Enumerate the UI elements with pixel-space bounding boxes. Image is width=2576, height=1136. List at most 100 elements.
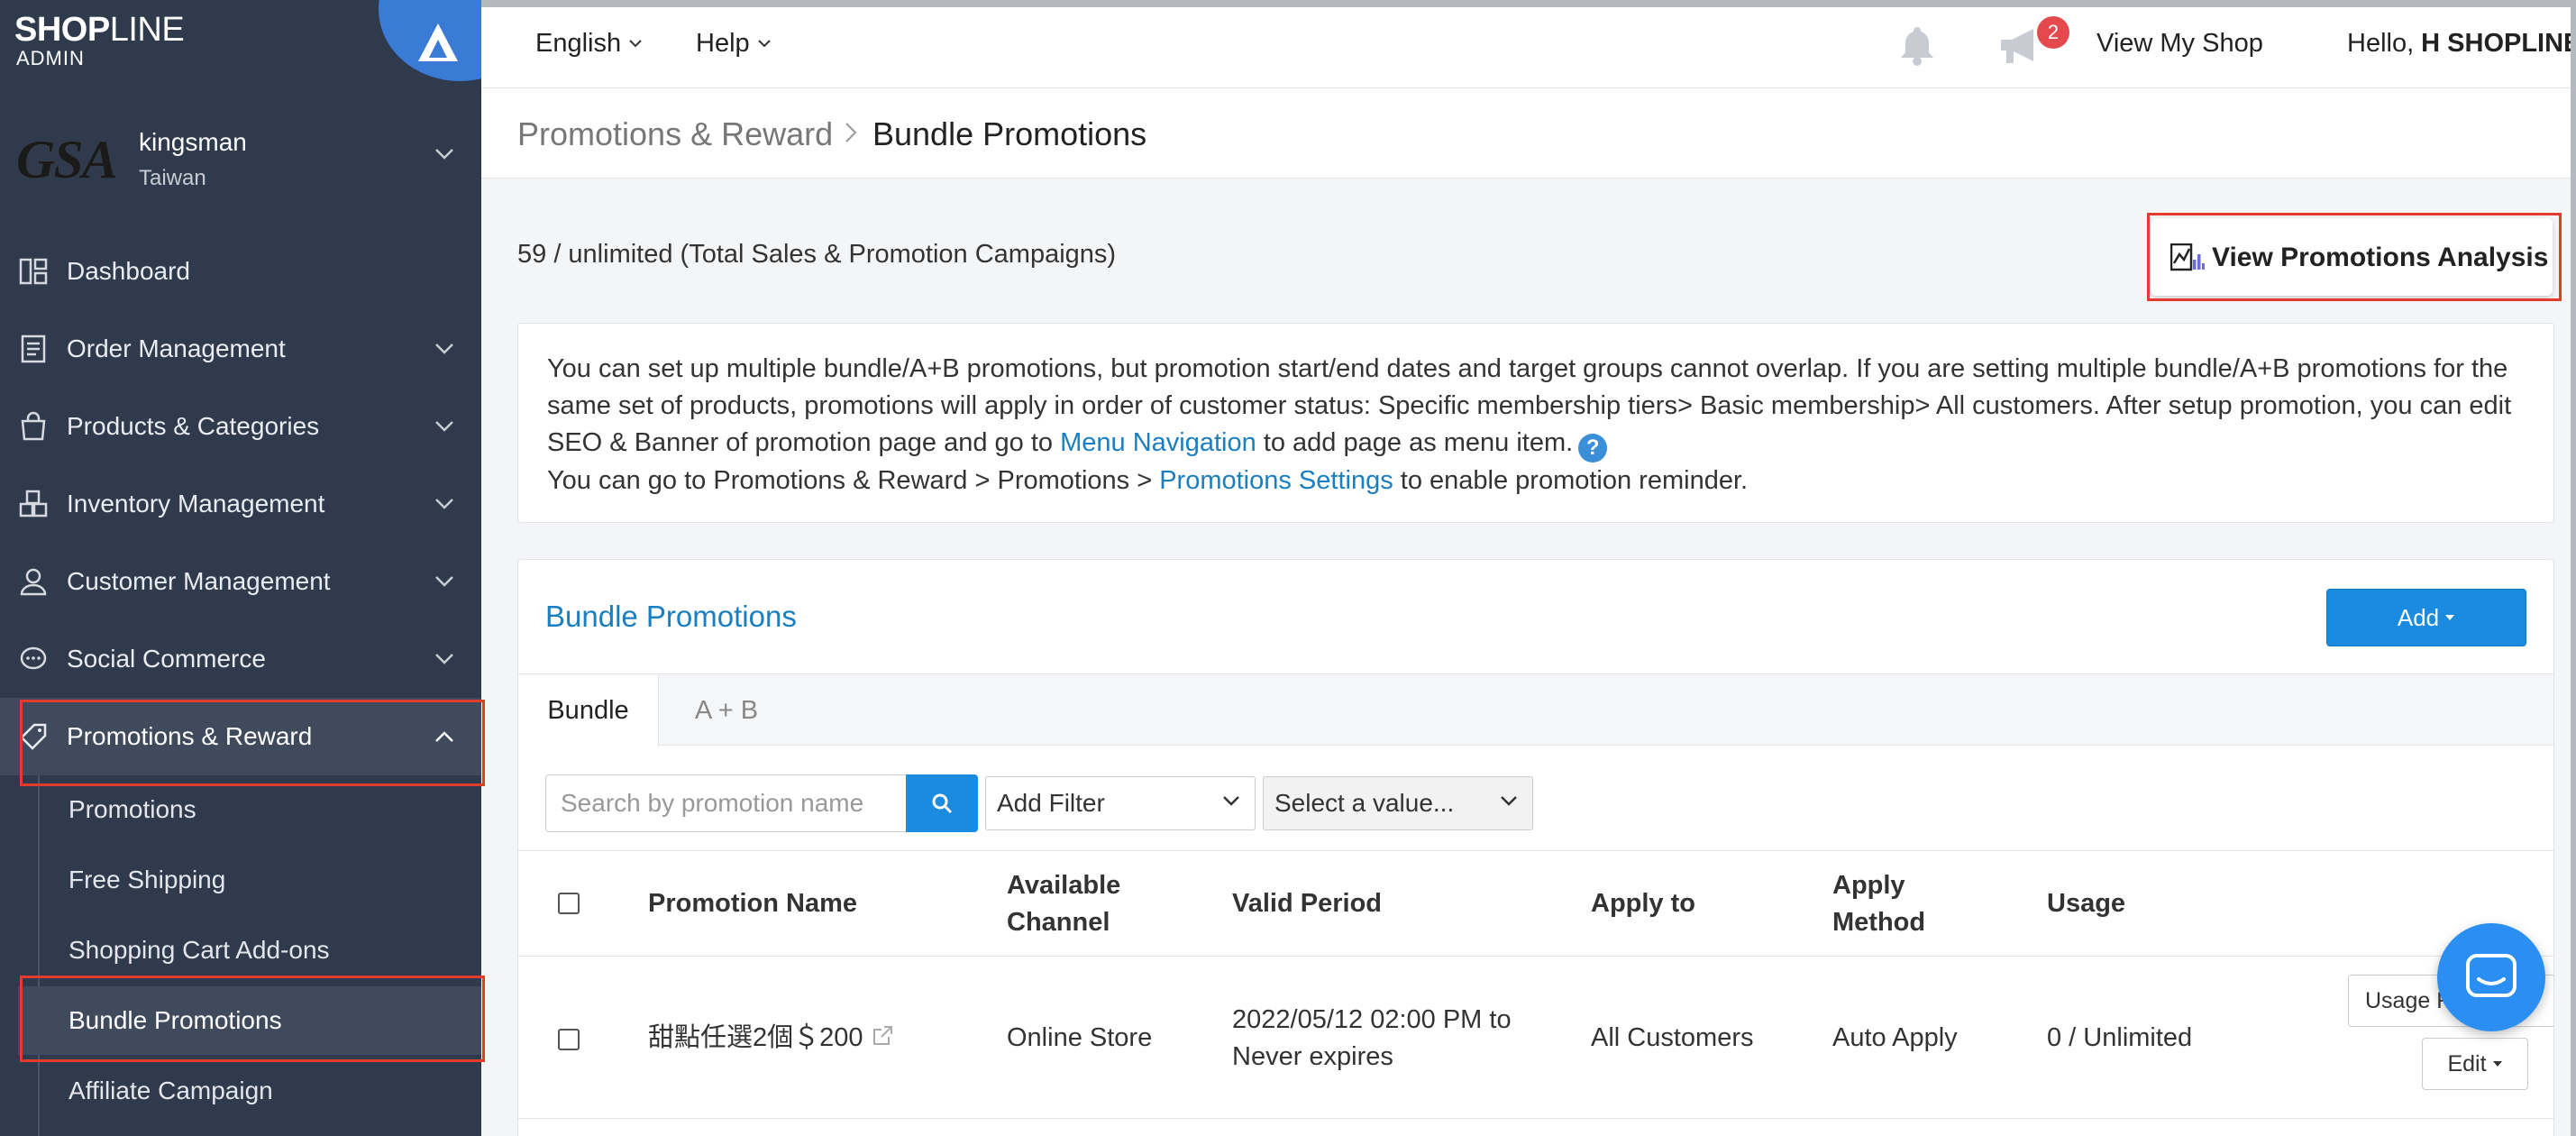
help-dropdown[interactable]: Help — [696, 25, 772, 61]
search-button[interactable] — [906, 774, 978, 832]
chevron-right-icon — [845, 123, 857, 142]
search-icon — [932, 793, 953, 814]
top-bar: English Help 2 View My Shop Hello, H SHO… — [481, 0, 2576, 88]
user-menu[interactable]: Hello, H SHOPLINE — [2134, 25, 2576, 61]
filter-value-select[interactable]: Select a value... — [1263, 776, 1533, 830]
sidebar-item-label: Social Commerce — [67, 645, 266, 673]
boxes-icon — [19, 490, 48, 518]
analytics-chart-icon — [2170, 243, 2205, 271]
sidebar-item-label: Dashboard — [67, 257, 190, 285]
bell-icon[interactable] — [1896, 23, 1938, 67]
submenu-item-cart-addons[interactable]: Shopping Cart Add-ons — [18, 916, 481, 985]
available-channel: Online Store — [1007, 1023, 1153, 1052]
tab-bundle[interactable]: Bundle — [518, 674, 659, 747]
tag-icon — [20, 723, 47, 750]
view-promotions-analysis-button[interactable]: View Promotions Analysis — [2151, 218, 2553, 296]
chevron-down-icon — [435, 499, 453, 509]
sidebar-item-promotions-reward[interactable]: Promotions & Reward — [0, 698, 481, 775]
chevron-down-icon — [1501, 796, 1517, 806]
apply-to: All Customers — [1591, 1023, 1754, 1052]
window-edge — [2571, 0, 2576, 1136]
campaign-quota: 59 / unlimited (Total Sales & Promotion … — [517, 240, 1117, 269]
chevron-up-icon — [435, 731, 453, 742]
apply-method: Auto Apply — [1832, 1023, 1958, 1052]
clipboard-icon — [21, 334, 46, 363]
search-input[interactable] — [545, 774, 906, 832]
promotions-settings-link[interactable]: Promotions Settings — [1159, 466, 1393, 495]
dashboard-icon — [19, 258, 48, 285]
language-dropdown[interactable]: English — [535, 25, 643, 61]
page-title: Bundle Promotions — [872, 115, 1147, 152]
chevron-down-icon — [435, 149, 453, 160]
table-row: 甜點任選2個＄200 Online Store 2022/05/12 02:00… — [518, 957, 2553, 1119]
sidebar-item-social-commerce[interactable]: Social Commerce — [0, 620, 481, 698]
live-chat-button[interactable] — [2437, 923, 2545, 1031]
submenu-item-affiliate-campaign[interactable]: Affiliate Campaign — [18, 1057, 481, 1125]
caret-down-icon — [2445, 615, 2455, 620]
notification-badge: 2 — [2037, 16, 2069, 49]
column-valid-period[interactable]: Valid Period — [1232, 885, 1382, 922]
user-name: H SHOPLINE — [2421, 28, 2576, 58]
greeting-text: Hello, — [2347, 28, 2415, 58]
edit-button[interactable]: Edit — [2422, 1038, 2528, 1090]
info-notice: You can set up multiple bundle/A+B promo… — [517, 323, 2554, 523]
sidebar-item-inventory[interactable]: Inventory Management — [0, 465, 481, 543]
row-checkbox[interactable] — [558, 1029, 580, 1050]
sidebar-item-products[interactable]: Products & Categories — [0, 388, 481, 465]
chat-icon — [20, 646, 47, 670]
user-icon — [20, 568, 47, 596]
chevron-down-icon — [757, 40, 771, 48]
column-available-channel: Available Channel — [1007, 871, 1121, 937]
store-logo: GSA — [16, 132, 117, 188]
sidebar-item-label: Inventory Management — [67, 490, 325, 518]
add-button[interactable]: Add — [2326, 589, 2526, 646]
external-link-icon[interactable] — [871, 1024, 894, 1048]
shopline-mark-icon — [418, 23, 458, 61]
caret-down-icon — [2492, 1061, 2502, 1067]
chat-icon — [2466, 954, 2517, 997]
usage-count: 0 / Unlimited — [2047, 1023, 2193, 1052]
chevron-down-icon — [629, 40, 642, 48]
select-all-checkbox[interactable] — [558, 893, 580, 914]
column-apply-to: Apply to — [1591, 889, 1695, 918]
shopping-bag-icon — [21, 411, 46, 441]
sidebar-item-customers[interactable]: Customer Management — [0, 543, 481, 620]
sidebar-item-label: Customer Management — [67, 567, 331, 595]
column-promotion-name[interactable]: Promotion Name — [648, 885, 857, 922]
promotion-tabs: Bundle A + B — [518, 673, 2553, 747]
store-switcher[interactable]: GSA kingsman Taiwan — [0, 115, 481, 206]
store-region: Taiwan — [139, 166, 206, 190]
sidebar-item-label: Order Management — [67, 334, 286, 362]
shopline-logo: SHOPLINE — [14, 11, 185, 49]
breadcrumb: Promotions & Reward Bundle Promotions — [481, 88, 2576, 179]
chevron-down-icon — [435, 576, 453, 587]
promotion-name[interactable]: 甜點任選2個＄200 — [648, 1020, 894, 1057]
submenu-item-promotions[interactable]: Promotions — [18, 775, 481, 844]
store-name: kingsman — [139, 128, 247, 156]
menu-navigation-link[interactable]: Menu Navigation — [1060, 428, 1256, 457]
promotions-submenu: Promotions Free Shipping Shopping Cart A… — [0, 775, 481, 1136]
breadcrumb-parent-link[interactable]: Promotions & Reward — [517, 115, 833, 153]
sidebar: SHOPLINE ADMIN GSA kingsman Taiwan Dashb… — [0, 0, 481, 1136]
help-circle-icon[interactable]: ? — [1578, 433, 1608, 463]
submenu-item-bundle-promotions[interactable]: Bundle Promotions — [18, 986, 481, 1055]
chevron-down-icon — [435, 344, 453, 354]
sidebar-item-label: Products & Categories — [67, 412, 320, 440]
sidebar-item-dashboard[interactable]: Dashboard — [0, 233, 481, 310]
chevron-down-icon — [435, 654, 453, 664]
add-filter-select[interactable]: Add Filter — [985, 776, 1256, 830]
sidebar-item-label: Promotions & Reward — [67, 722, 313, 750]
card-title: Bundle Promotions — [545, 600, 797, 633]
chevron-down-icon — [435, 421, 453, 432]
bundle-promotions-card: Bundle Promotions Add Bundle A + B Add F… — [517, 559, 2554, 1136]
tab-a-plus-b[interactable]: A + B — [659, 674, 794, 747]
submenu-item-free-shipping[interactable]: Free Shipping — [18, 846, 481, 914]
column-usage: Usage — [2047, 889, 2126, 918]
table-header: Promotion Name Available Channel Valid Pe… — [518, 850, 2553, 957]
column-apply-method: Apply Method — [1832, 871, 1926, 937]
sidebar-item-order-management[interactable]: Order Management — [0, 310, 481, 388]
admin-label: ADMIN — [16, 47, 85, 69]
logo-area[interactable]: SHOPLINE ADMIN — [0, 0, 481, 81]
chevron-down-icon — [1223, 796, 1239, 806]
valid-period: 2022/05/12 02:00 PM to Never expires — [1232, 1005, 1512, 1071]
